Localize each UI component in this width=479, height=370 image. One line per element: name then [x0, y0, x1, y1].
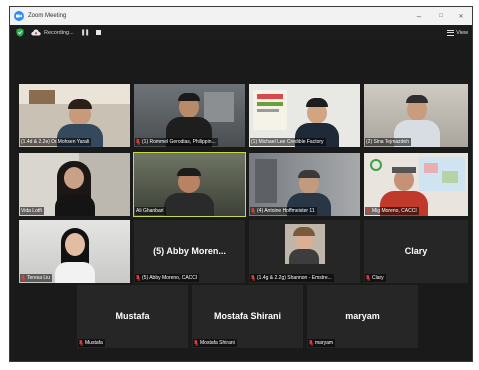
close-button[interactable]: ✕ [452, 7, 470, 25]
participant-name-tag: (1.4g & 2.2g) Shannon - Emstre... [250, 274, 334, 282]
muted-mic-icon [309, 340, 313, 346]
muted-mic-icon [366, 275, 370, 281]
participant-tile-no-video[interactable]: Mostafa Shirani Mostafa Shirani [192, 285, 303, 348]
participant-name: Mostafa Shirani [200, 340, 235, 346]
participant-name: Vida Lotfi [21, 208, 42, 214]
muted-mic-icon [251, 275, 255, 281]
pause-recording-button[interactable]: ❚❚ [81, 29, 90, 36]
participant-display-name: maryam [345, 310, 380, 321]
participant-display-name: Mostafa Shirani [213, 310, 281, 321]
participant-name-tag: Mostafa Shirani [193, 339, 237, 347]
maximize-icon: □ [439, 13, 443, 19]
participant-tile-no-video[interactable]: (5) Abby Moren... (5) Abby Moreno, CACCI [134, 220, 245, 283]
participant-name-tag: Mustafa [78, 339, 105, 347]
participant-name: Ali Ghanbari [136, 208, 164, 214]
participant-name-tag: (2) Sina Tejmazdeh [365, 138, 411, 146]
participant-tile-active-speaker[interactable]: Ali Ghanbari [133, 152, 246, 217]
participant-tile[interactable]: (1.4d & 2.2e) Dr.Mohsen Yarali [19, 84, 130, 147]
muted-mic-icon [79, 340, 83, 346]
participant-name-tag: maryam [308, 339, 336, 347]
muted-mic-icon [21, 275, 25, 281]
cloud-recording-icon [31, 29, 41, 36]
participant-name: (1) Rommel Gerodias, Philippin... [142, 139, 216, 145]
recording-status: Recording... [44, 29, 74, 36]
participant-display-name: Mustafa [115, 310, 150, 321]
participant-name: Mig Moreno, CACCI [372, 208, 417, 214]
zoom-logo-icon [14, 11, 24, 21]
participant-tile[interactable]: (1) Rommel Gerodias, Philippin... [134, 84, 245, 147]
muted-mic-icon [251, 208, 255, 214]
participant-name-tag: Clary [365, 274, 386, 282]
participant-name-tag: (4) Antoine Hoffmeister 11 [250, 207, 317, 215]
participant-name: (5) Abby Moreno, CACCI [142, 275, 198, 281]
muted-mic-icon [366, 208, 370, 214]
participant-name: Mustafa [85, 340, 103, 346]
participant-name-tag: Teresa Liu [20, 274, 53, 282]
view-label: View [456, 29, 468, 36]
participant-tile-no-video[interactable]: maryam maryam [307, 285, 418, 348]
participant-name: Teresa Liu [27, 275, 51, 281]
view-grid-icon [447, 29, 455, 36]
participant-tile[interactable]: Vida Lotfi [19, 153, 130, 216]
participant-name-tag: (1) Michael Lee Credible Factory [250, 138, 326, 146]
participant-name: (1) Michael Lee Credible Factory [251, 139, 324, 145]
participant-name-tag: (1) Rommel Gerodias, Philippin... [135, 138, 218, 146]
maximize-button[interactable]: □ [432, 7, 450, 25]
minimize-icon: – [416, 11, 422, 21]
participant-tile[interactable]: (1) Michael Lee Credible Factory [249, 84, 360, 147]
participant-name: (1.4d & 2.2e) Dr.Mohsen Yarali [21, 139, 90, 145]
stop-recording-button[interactable] [95, 30, 101, 35]
participant-name: Clary [372, 275, 384, 281]
participant-name-tag: Mig Moreno, CACCI [365, 207, 419, 215]
muted-mic-icon [136, 275, 140, 281]
participant-display-name: (5) Abby Moren... [153, 245, 226, 256]
title-bar: Zoom Meeting – □ ✕ [10, 7, 472, 25]
participant-name: (4) Antoine Hoffmeister 11 [257, 208, 315, 214]
zoom-window: Zoom Meeting – □ ✕ Recording... ❚❚ View … [9, 6, 473, 362]
encryption-shield-icon[interactable] [16, 28, 24, 37]
participant-name-tag: Vida Lotfi [20, 207, 44, 215]
participant-tile-no-video[interactable]: Mustafa Mustafa [77, 285, 188, 348]
participant-display-name: Clary [404, 245, 428, 256]
participant-name-tag: Ali Ghanbari [135, 207, 166, 215]
participant-tile[interactable]: (2) Sina Tejmazdeh [364, 84, 468, 147]
participant-name: (2) Sina Tejmazdeh [366, 139, 409, 145]
participant-tile-no-video[interactable]: Clary Clary [364, 220, 468, 283]
view-button[interactable]: View [447, 25, 468, 40]
muted-mic-icon [136, 139, 140, 145]
close-icon: ✕ [458, 13, 464, 20]
participant-tile[interactable]: Teresa Liu [19, 220, 130, 283]
participant-name-tag: (1.4d & 2.2e) Dr.Mohsen Yarali [20, 138, 92, 146]
participant-name: maryam [315, 340, 334, 346]
window-title: Zoom Meeting [28, 13, 67, 19]
participant-name-tag: (5) Abby Moreno, CACCI [135, 274, 200, 282]
muted-mic-icon [194, 340, 198, 346]
minimize-button[interactable]: – [410, 7, 428, 25]
participant-tile[interactable]: Mig Moreno, CACCI [364, 153, 468, 216]
meeting-toolbar: Recording... ❚❚ View [10, 25, 472, 40]
participant-name: (1.4g & 2.2g) Shannon - Emstre... [257, 275, 332, 281]
participant-tile[interactable]: (1.4g & 2.2g) Shannon - Emstre... [249, 220, 360, 283]
participant-tile[interactable]: (4) Antoine Hoffmeister 11 [249, 153, 360, 216]
